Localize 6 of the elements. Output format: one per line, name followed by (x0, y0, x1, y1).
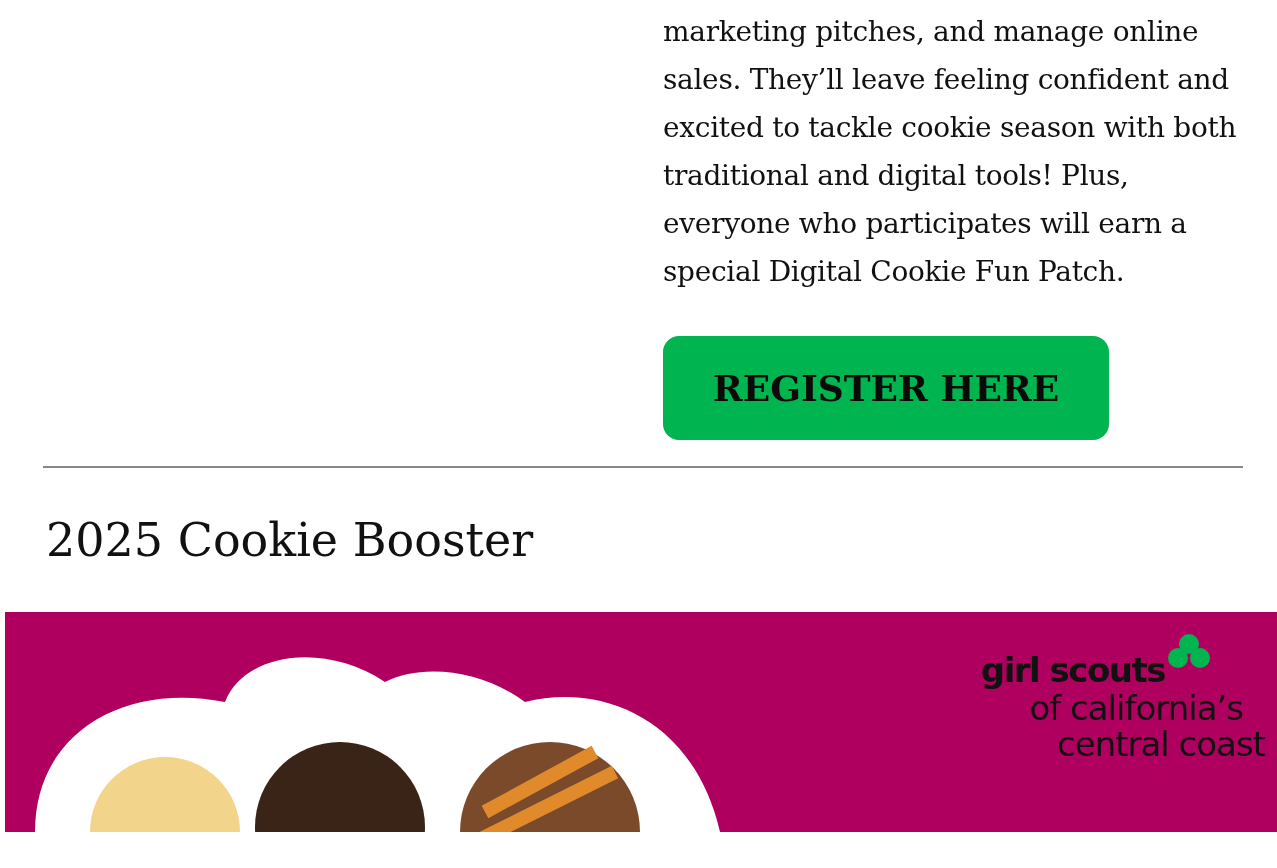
logo-text: of california’s (1029, 690, 1243, 726)
register-button[interactable]: REGISTER HERE (663, 336, 1109, 440)
logo-text: central coast (1057, 726, 1265, 762)
intro-paragraph: marketing pitches, and manage online sales. They’ll leave feeling confident and excited to tackle cookie season with both traditional and digital tools! Plus, everyone who participates will earn a special Digital Cookie Fun Patch. (663, 14, 1238, 290)
logo-text: girl scouts (980, 650, 1165, 690)
section-heading: 2025 Cookie Booster (46, 512, 535, 568)
